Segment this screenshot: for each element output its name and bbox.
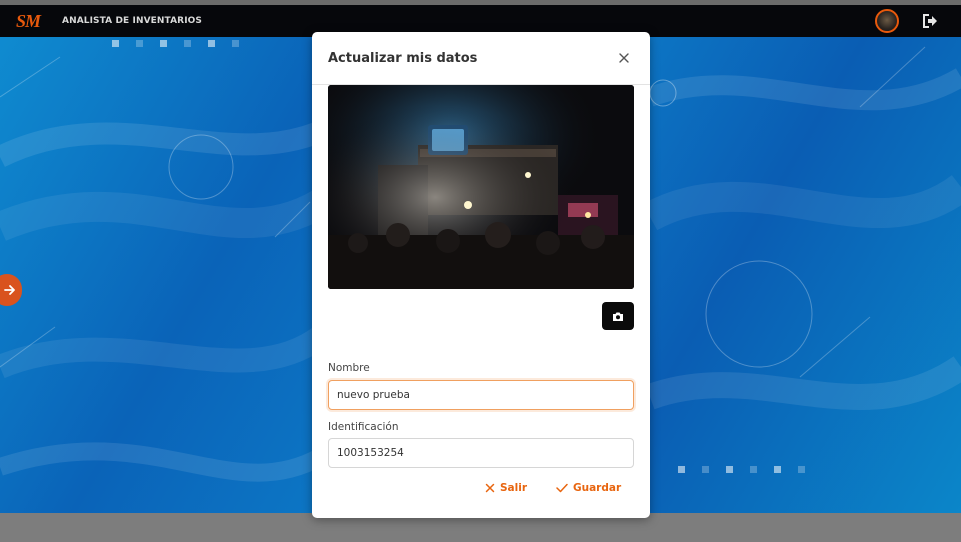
profile-photo	[328, 85, 634, 289]
close-icon[interactable]	[618, 52, 630, 64]
modal-header: Actualizar mis datos	[312, 32, 650, 85]
name-label: Nombre	[328, 362, 370, 374]
change-photo-button[interactable]	[602, 302, 634, 330]
identification-label: Identificación	[328, 421, 399, 433]
camera-icon	[613, 312, 623, 321]
update-profile-modal: Actualizar mis datos Nombre nuevo prueba…	[312, 32, 650, 518]
arrow-right-icon	[4, 285, 15, 295]
save-button[interactable]: Guardar	[556, 482, 621, 494]
brand-logo[interactable]: SM	[16, 11, 41, 32]
close-icon	[485, 483, 495, 493]
exit-button-label: Salir	[500, 482, 528, 494]
identification-input[interactable]	[328, 438, 634, 468]
logout-icon[interactable]	[921, 13, 939, 29]
name-input[interactable]	[328, 380, 634, 410]
save-button-label: Guardar	[573, 482, 622, 494]
user-role-label: ANALISTA DE INVENTARIOS	[62, 16, 202, 26]
profile-avatar[interactable]	[875, 9, 899, 33]
modal-title: Actualizar mis datos	[328, 50, 478, 66]
checkmark-icon	[556, 483, 568, 493]
exit-button[interactable]: Salir	[485, 482, 527, 494]
